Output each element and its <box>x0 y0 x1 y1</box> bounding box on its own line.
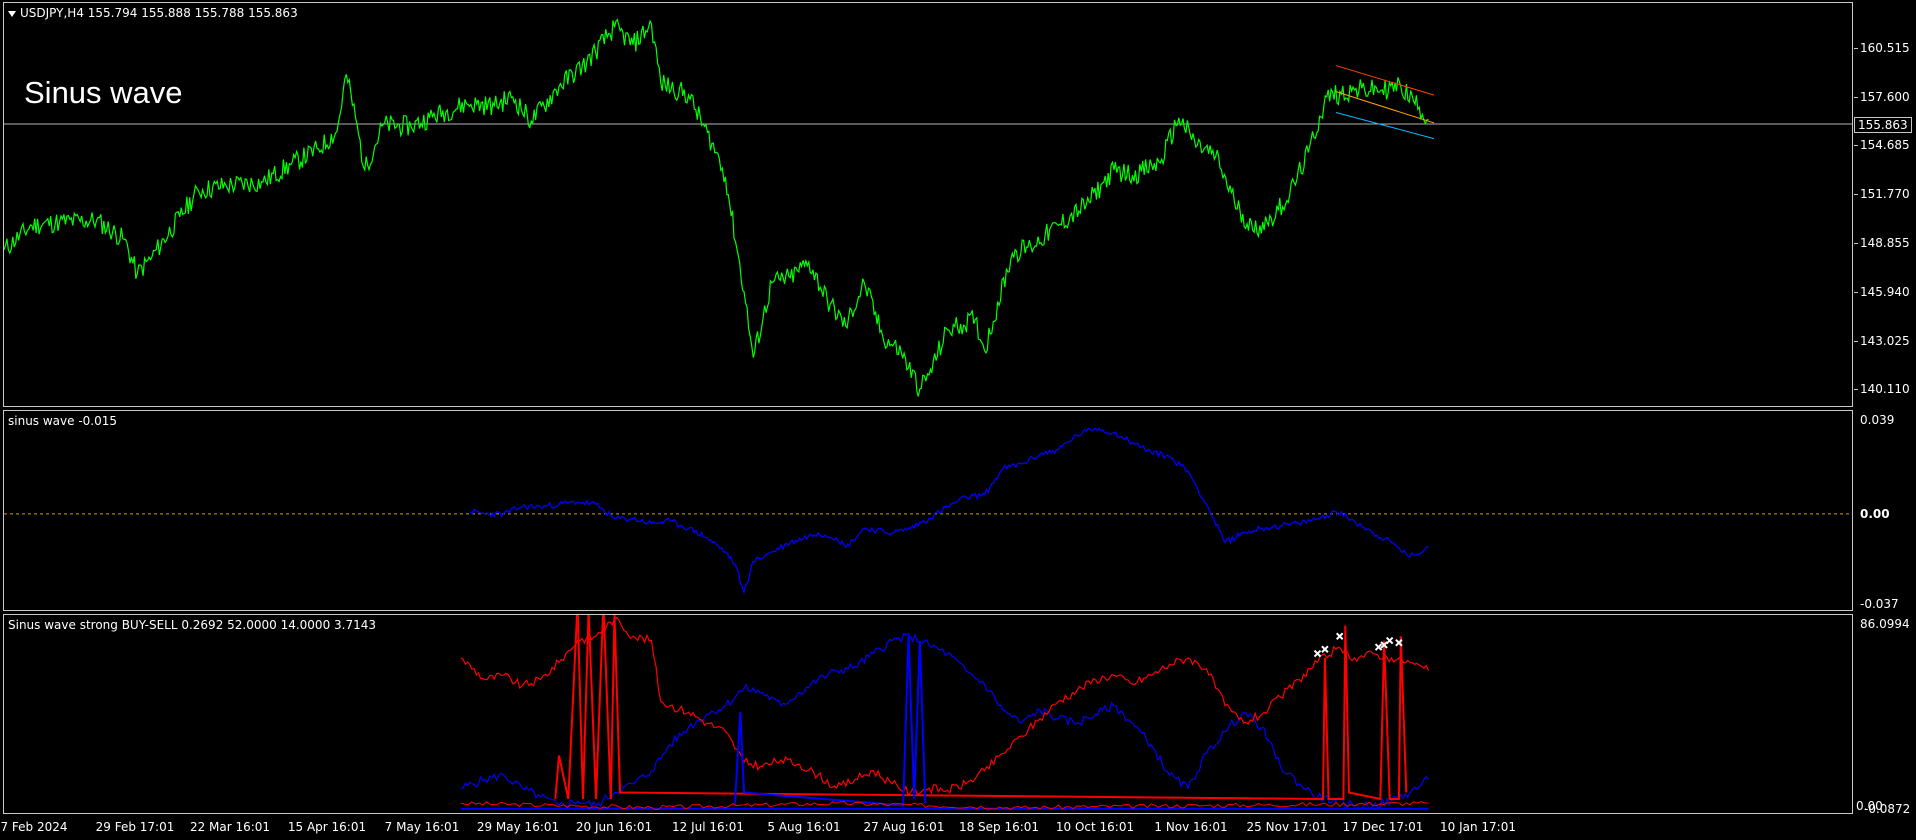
time-tick-label: 5 Aug 16:01 <box>767 820 841 834</box>
price-chart-canvas <box>4 18 1852 397</box>
sell-strength-line <box>460 616 1430 796</box>
sell-spike-line <box>554 615 1408 801</box>
time-tick-label: 27 Aug 16:01 <box>863 820 945 834</box>
time-tick-label: 7 Feb 2024 <box>0 820 68 834</box>
time-axis[interactable]: 7 Feb 2024 29 Feb 17:01 22 Mar 16:01 15 … <box>0 816 1916 840</box>
dropdown-triangle-icon[interactable] <box>8 10 16 17</box>
sinus-wave-canvas <box>4 427 1852 596</box>
strong-buy-sell-pane[interactable]: Sinus wave strong BUY-SELL 0.2692 52.000… <box>3 614 1853 814</box>
overlay-title: Sinus wave <box>24 75 183 110</box>
sinus-wave-line <box>469 427 1429 596</box>
time-tick-label: 7 May 16:01 <box>384 820 460 834</box>
price-chart-pane[interactable]: USDJPY,H4 155.794 155.888 155.788 155.86… <box>3 2 1853 407</box>
signal-marker <box>1335 632 1344 640</box>
strong-axis-label: -0.0872 <box>1864 802 1911 816</box>
price-line <box>4 18 1429 397</box>
channel-top-line <box>1335 65 1435 96</box>
time-tick-label: 22 Mar 16:01 <box>189 820 271 834</box>
price-tick-label: 143.025 <box>1860 334 1910 348</box>
price-axis[interactable]: 160.515 157.600 154.685 151.770 148.855 … <box>1854 2 1916 407</box>
strong-buy-sell-axis[interactable]: 86.0994 0.00 -0.0872 <box>1854 614 1916 816</box>
sinus-wave-label: sinus wave -0.015 <box>8 414 118 428</box>
sinus-axis-label: -0.037 <box>1860 597 1899 611</box>
sinus-wave-pane[interactable]: sinus wave -0.015 <box>3 410 1853 611</box>
signal-marker <box>1321 645 1329 653</box>
channel-bottom-line <box>1335 112 1435 140</box>
time-tick-label: 1 Nov 16:01 <box>1154 820 1228 834</box>
price-tick-label: 140.110 <box>1860 382 1910 396</box>
price-tick-label: 151.770 <box>1860 187 1910 201</box>
strong-axis-label: 86.0994 <box>1860 617 1910 631</box>
strong-buy-sell-canvas <box>460 615 1430 811</box>
sinus-wave-axis[interactable]: 0.039 0.00 -0.037 <box>1854 410 1916 611</box>
price-tick-label: 157.600 <box>1860 90 1910 104</box>
time-tick-label: 29 May 16:01 <box>476 820 560 834</box>
symbol-label: USDJPY,H4 155.794 155.888 155.788 155.86… <box>8 6 298 20</box>
time-tick-label: 29 Feb 17:01 <box>95 820 175 834</box>
time-tick-label: 25 Nov 17:01 <box>1246 820 1328 834</box>
symbol-label-text: USDJPY,H4 155.794 155.888 155.788 155.86… <box>20 6 298 20</box>
price-tick-label: 154.685 <box>1860 138 1910 152</box>
time-tick-label: 15 Apr 16:01 <box>287 820 367 834</box>
price-tick-label: 148.855 <box>1860 236 1910 250</box>
time-tick-label: 17 Dec 17:01 <box>1342 820 1424 834</box>
time-tick-label: 10 Jan 17:01 <box>1440 820 1516 834</box>
time-tick-label: 18 Sep 16:01 <box>958 820 1040 834</box>
signal-marker <box>1385 636 1394 645</box>
sinus-axis-label: 0.039 <box>1860 413 1895 427</box>
time-tick-label: 12 Jul 16:01 <box>672 820 744 834</box>
signal-marker <box>1313 649 1322 658</box>
time-tick-label: 20 Jun 16:01 <box>575 820 653 834</box>
time-tick-label: 10 Oct 16:01 <box>1055 820 1135 834</box>
sinus-axis-label: 0.00 <box>1860 507 1890 521</box>
buy-spike-line <box>733 636 927 807</box>
price-tick-label: 145.940 <box>1860 285 1910 299</box>
current-price-tag: 155.863 <box>1854 117 1912 133</box>
strong-buy-sell-label: Sinus wave strong BUY-SELL 0.2692 52.000… <box>8 618 377 632</box>
price-tick-label: 160.515 <box>1860 41 1910 55</box>
